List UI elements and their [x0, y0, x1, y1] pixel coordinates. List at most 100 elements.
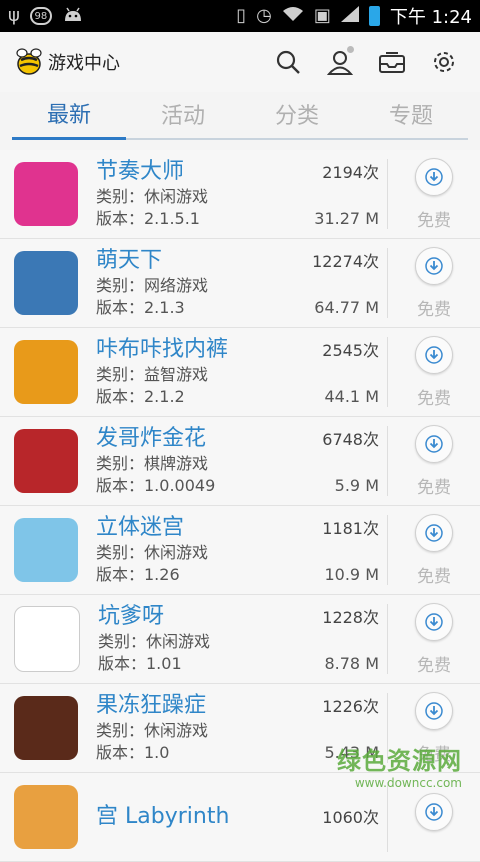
app-info: 立体迷宫 1181次 类别：休闲游戏 版本：1.26 10.9 M: [96, 511, 387, 589]
status-bar: ψ 98 ▯ ◷ ▣ 下午 1:24: [0, 0, 480, 32]
price-label: 免费: [417, 299, 451, 320]
download-action: 免费: [388, 335, 480, 409]
download-count: 1228次: [322, 608, 379, 627]
app-list-item[interactable]: 立体迷宫 1181次 类别：休闲游戏 版本：1.26 10.9 M 免费: [0, 506, 480, 595]
app-size: 8.78 M: [324, 654, 379, 673]
app-list-item[interactable]: 萌天下 12274次 类别：网络游戏 版本：2.1.3 64.77 M 免费: [0, 239, 480, 328]
app-category: 类别：休闲游戏: [96, 543, 209, 562]
battery-icon: [368, 6, 380, 26]
download-action: 免费: [388, 513, 480, 587]
download-count: 1060次: [322, 808, 379, 827]
watermark: 绿色资源网 www.downcc.com: [337, 741, 462, 790]
app-list-item[interactable]: 发哥炸金花 6748次 类别：棋牌游戏 版本：1.0.0049 5.9 M 免费: [0, 417, 480, 506]
download-button[interactable]: [415, 513, 453, 552]
tab-bar: 最新 活动 分类 专题: [12, 92, 468, 140]
download-arrow-icon: [425, 701, 443, 720]
download-arrow-icon: [425, 612, 443, 631]
app-name: 萌天下: [96, 248, 163, 273]
app-info: 咔布咔找内裤 2545次 类别：益智游戏 版本：2.1.2 44.1 M: [96, 333, 387, 411]
download-button[interactable]: [415, 424, 453, 463]
vibrate-icon: ▯: [236, 5, 247, 26]
app-size: 31.27 M: [314, 209, 379, 228]
download-arrow-icon: [425, 256, 443, 275]
app-name: 坑爹呀: [98, 604, 165, 629]
notification-badge: 98: [29, 7, 52, 25]
price-label: 免费: [417, 566, 451, 587]
download-count: 2545次: [322, 341, 379, 360]
download-count: 6748次: [322, 430, 379, 449]
download-button[interactable]: [415, 793, 453, 831]
app-info: 节奏大师 2194次 类别：休闲游戏 版本：2.1.5.1 31.27 M: [96, 155, 387, 233]
app-version: 版本：1.01: [98, 654, 182, 673]
clock: 下午 1:24: [389, 7, 472, 28]
app-version: 版本：2.1.3: [96, 298, 185, 317]
signal-icon: [340, 6, 359, 26]
download-count: 1181次: [322, 519, 379, 538]
download-arrow-icon: [425, 167, 443, 186]
watermark-text: 绿色资源网: [337, 747, 462, 775]
price-label: 免费: [417, 477, 451, 498]
app-size: 10.9 M: [324, 565, 379, 584]
tab-topics[interactable]: 专题: [354, 98, 468, 138]
app-version: 版本：1.0: [96, 743, 170, 762]
app-size: 44.1 M: [324, 387, 379, 406]
app-icon: [14, 162, 78, 226]
app-info: 萌天下 12274次 类别：网络游戏 版本：2.1.3 64.77 M: [96, 244, 387, 322]
app-name: 宫 Labyrinth: [96, 804, 230, 829]
download-count: 1226次: [322, 697, 379, 716]
app-list-item[interactable]: 咔布咔找内裤 2545次 类别：益智游戏 版本：2.1.2 44.1 M 免费: [0, 328, 480, 417]
bee-logo-icon: [14, 47, 44, 77]
app-info: 坑爹呀 1228次 类别：休闲游戏 版本：1.01 8.78 M: [98, 600, 387, 678]
search-icon[interactable]: [266, 40, 310, 84]
download-button[interactable]: [415, 335, 453, 374]
page-title: 游戏中心: [48, 53, 120, 74]
app-icon: [14, 251, 78, 315]
app-list-item[interactable]: 节奏大师 2194次 类别：休闲游戏 版本：2.1.5.1 31.27 M 免费: [0, 150, 480, 239]
app-category: 类别：休闲游戏: [96, 187, 209, 206]
download-action: 免费: [388, 246, 480, 320]
app-icon: [14, 785, 78, 849]
settings-gear-icon[interactable]: [422, 40, 466, 84]
tab-events[interactable]: 活动: [126, 98, 240, 138]
download-button[interactable]: [415, 246, 453, 285]
app-category: 类别：益智游戏: [96, 365, 209, 384]
user-icon[interactable]: [318, 40, 362, 84]
download-button[interactable]: [415, 602, 453, 641]
tab-latest[interactable]: 最新: [12, 97, 126, 140]
app-info: 发哥炸金花 6748次 类别：棋牌游戏 版本：1.0.0049 5.9 M: [96, 422, 387, 500]
download-action: 免费: [388, 602, 480, 676]
android-icon: [62, 5, 84, 27]
price-label: 免费: [417, 388, 451, 409]
price-label: 免费: [417, 210, 451, 231]
download-arrow-icon: [425, 803, 443, 821]
download-arrow-icon: [425, 345, 443, 364]
download-arrow-icon: [425, 434, 443, 453]
app-name: 果冻狂躁症: [96, 693, 207, 718]
app-icon: [14, 518, 78, 582]
app-category: 类别：休闲游戏: [98, 632, 211, 651]
wifi-icon: [282, 6, 304, 26]
app-list-item[interactable]: 坑爹呀 1228次 类别：休闲游戏 版本：1.01 8.78 M 免费: [0, 595, 480, 684]
app-icon: [14, 340, 78, 404]
sim-icon: ▣: [313, 5, 331, 26]
alarm-icon: ◷: [256, 5, 272, 26]
app-size: 64.77 M: [314, 298, 379, 317]
app-name: 咔布咔找内裤: [96, 337, 229, 362]
download-button[interactable]: [415, 691, 453, 730]
download-arrow-icon: [425, 523, 443, 542]
app-version: 版本：2.1.5.1: [96, 209, 200, 228]
app-version: 版本：1.26: [96, 565, 180, 584]
download-action: 免费: [388, 424, 480, 498]
download-action: [388, 793, 480, 841]
download-count: 2194次: [322, 163, 379, 182]
app-version: 版本：1.0.0049: [96, 476, 216, 495]
app-name: 节奏大师: [96, 159, 185, 184]
price-label: 免费: [417, 655, 451, 676]
download-button[interactable]: [415, 157, 453, 196]
notification-dot: [347, 46, 354, 53]
app-icon: [14, 696, 78, 760]
inbox-icon[interactable]: [370, 40, 414, 84]
app-name: 立体迷宫: [96, 515, 185, 540]
app-header: 游戏中心: [0, 32, 480, 92]
tab-categories[interactable]: 分类: [240, 98, 354, 138]
